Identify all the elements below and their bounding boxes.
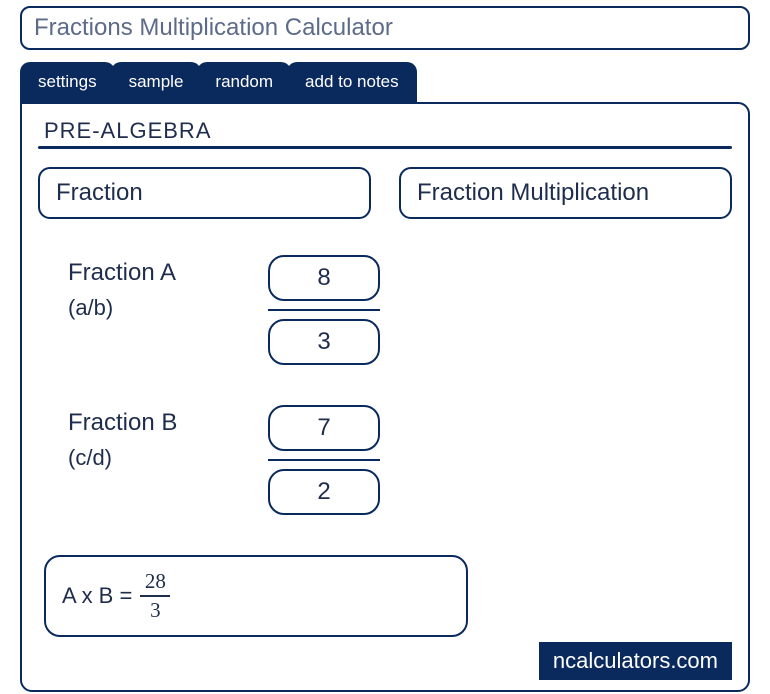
result-prefix: A x B = <box>62 583 132 609</box>
fraction-b-sublabel: (c/d) <box>68 441 268 474</box>
fraction-b-bar <box>268 459 380 461</box>
result-box: A x B = 28 3 <box>44 555 468 637</box>
tab-bar: settings sample random add to notes <box>20 62 770 104</box>
page-title: Fractions Multiplication Calculator <box>20 6 750 50</box>
fraction-a-row: Fraction A (a/b) <box>38 255 732 365</box>
tab-settings[interactable]: settings <box>20 62 115 104</box>
fraction-a-label-text: Fraction A <box>68 255 268 291</box>
fraction-b-denominator[interactable] <box>268 469 380 515</box>
fraction-b-label-text: Fraction B <box>68 405 268 441</box>
tab-add-to-notes[interactable]: add to notes <box>287 62 417 104</box>
section-heading: PRE-ALGEBRA <box>44 118 732 144</box>
fraction-a-input <box>268 255 380 365</box>
brand-badge: ncalculators.com <box>539 642 732 680</box>
tab-sample[interactable]: sample <box>111 62 202 104</box>
result-denominator: 3 <box>150 597 161 621</box>
main-panel: PRE-ALGEBRA Fraction Fraction Multiplica… <box>20 102 750 692</box>
fraction-a-numerator[interactable] <box>268 255 380 301</box>
chip-fraction[interactable]: Fraction <box>38 167 371 219</box>
fraction-b-input <box>268 405 380 515</box>
fraction-a-sublabel: (a/b) <box>68 291 268 324</box>
result-fraction: 28 3 <box>140 571 170 621</box>
mode-chips: Fraction Fraction Multiplication <box>38 167 732 219</box>
fraction-b-numerator[interactable] <box>268 405 380 451</box>
fraction-b-row: Fraction B (c/d) <box>38 405 732 515</box>
fraction-a-label: Fraction A (a/b) <box>68 255 268 324</box>
fraction-a-bar <box>268 309 380 311</box>
fraction-b-label: Fraction B (c/d) <box>68 405 268 474</box>
result-numerator: 28 <box>145 571 166 595</box>
section-rule <box>38 146 732 149</box>
tab-random[interactable]: random <box>197 62 291 104</box>
fraction-a-denominator[interactable] <box>268 319 380 365</box>
chip-fraction-multiplication[interactable]: Fraction Multiplication <box>399 167 732 219</box>
